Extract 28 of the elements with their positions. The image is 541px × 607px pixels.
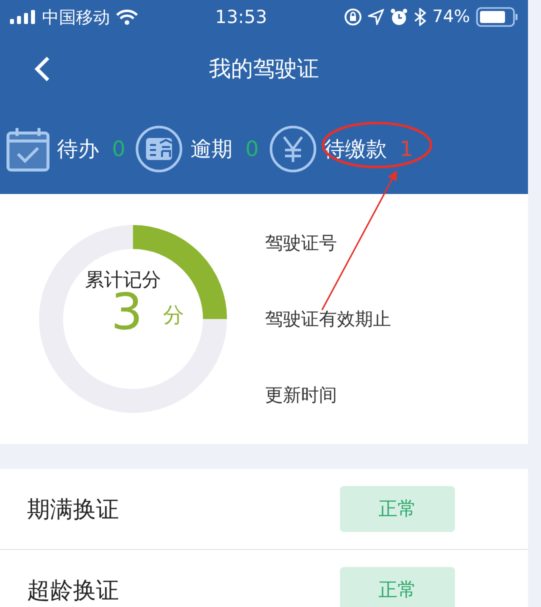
renewal-label: 期满换证: [27, 496, 120, 524]
renewal-label: 超龄换证: [27, 576, 120, 606]
location-icon: [368, 9, 384, 25]
calendar-check-icon: [6, 126, 50, 172]
counter-label[interactable]: 待办: [57, 135, 99, 163]
score-unit: 分: [163, 302, 184, 329]
alarm-icon: [390, 8, 408, 26]
overdue-icon: [135, 125, 184, 173]
yen-icon: [268, 125, 317, 173]
clock-time: 13:53: [215, 6, 268, 28]
page-title: 我的驾驶证: [209, 56, 319, 84]
carrier-name: 中国移动: [42, 6, 110, 28]
bluetooth-icon: [414, 8, 426, 26]
status-badge: 正常: [340, 486, 455, 532]
rotation-lock-icon: [344, 8, 362, 26]
counter-count: 1: [400, 137, 414, 161]
battery-percent: 74%: [432, 7, 470, 27]
license-field-label: 更新时间: [265, 384, 338, 407]
back-icon[interactable]: [34, 56, 50, 82]
battery-icon: [476, 7, 518, 27]
signal-icon: [10, 10, 36, 24]
counter-count: 0: [112, 137, 126, 161]
counter-label[interactable]: 逾期: [190, 135, 232, 163]
status-badge: 正常: [340, 567, 455, 607]
license-field-label: 驾驶证有效期止: [265, 308, 391, 331]
counter-count: 0: [245, 137, 259, 161]
license-field-label: 驾驶证号: [265, 232, 338, 255]
wifi-icon: [116, 9, 138, 25]
